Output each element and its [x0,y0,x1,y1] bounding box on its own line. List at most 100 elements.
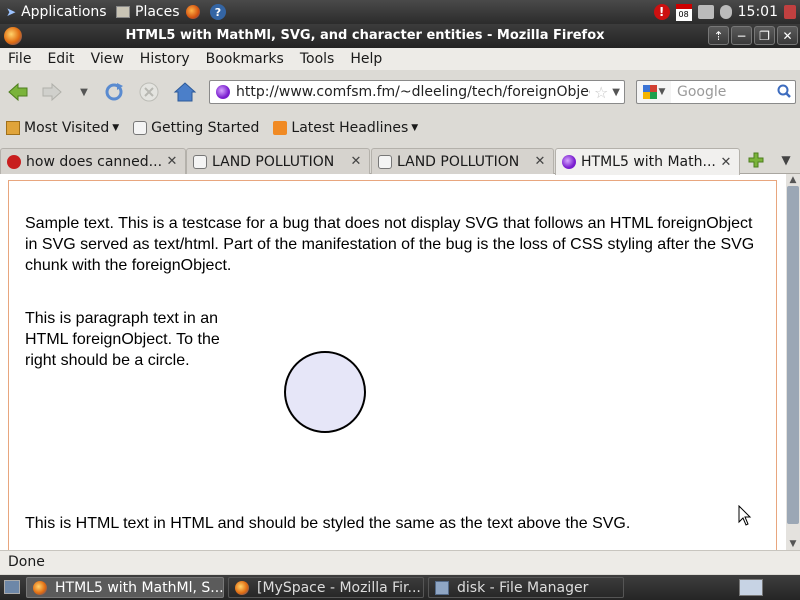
bookmark-most-visited[interactable]: Most Visited ▼ [6,120,119,136]
page-icon [378,154,392,169]
bottom-panel: HTML5 with MathMl, S... [MySpace - Mozil… [0,575,800,600]
menu-bar: File Edit View History Bookmarks Tools H… [0,48,800,70]
top-panel: ➤ Applications Places ? ! 08 15:01 [0,0,800,24]
tab-close-icon[interactable]: ✕ [349,154,363,169]
stop-icon [139,82,159,102]
bookmark-getting-started[interactable]: Getting Started [133,120,259,136]
clock[interactable]: 15:01 [738,4,778,20]
help-launcher-icon[interactable]: ? [210,4,226,20]
bookmark-latest-headlines[interactable]: Latest Headlines ▼ [273,120,418,136]
bookmarks-toolbar: Most Visited ▼ Getting Started Latest He… [0,116,800,140]
places-icon [116,6,130,18]
plus-icon [748,152,764,168]
places-label: Places [135,4,180,20]
menu-history[interactable]: History [132,48,198,70]
alert-glyph: ! [658,5,665,19]
menu-help[interactable]: Help [342,48,390,70]
reload-button[interactable] [102,80,126,104]
bookmark-label: Latest Headlines [291,120,409,136]
search-icon[interactable] [777,84,791,98]
page-icon [133,121,148,135]
tab-close-icon[interactable]: ✕ [533,154,547,169]
google-icon [642,85,657,99]
minimize-glyph: − [736,28,747,43]
close-glyph: ✕ [782,28,793,43]
search-input[interactable]: Google [671,80,796,104]
url-dropdown-icon[interactable]: ▼ [612,87,620,98]
menu-file[interactable]: File [0,48,39,70]
url-bar[interactable]: http://www.comfsm.fm/~dleeling/tech/fore… [209,80,625,104]
menu-edit[interactable]: Edit [39,48,82,70]
logout-icon[interactable] [784,5,796,19]
forward-button[interactable] [40,80,64,104]
status-bar: Done [0,550,800,574]
chevron-down-icon: ▼ [658,87,666,97]
vertical-scrollbar[interactable]: ▲ ▼ [786,174,800,550]
task-file-manager[interactable]: disk - File Manager [428,577,624,598]
tab-close-icon[interactable]: ✕ [719,155,733,170]
chevron-down-icon: ▼ [411,123,419,133]
reload-icon [105,83,123,101]
history-dropdown-button[interactable]: ▼ [72,80,96,104]
bookmark-label: Getting Started [151,120,260,136]
page-content: Sample text. This is a testcase for a bu… [0,174,786,556]
task-firefox-html5[interactable]: HTML5 with MathMl, S... [26,577,224,598]
tab-land-pollution-2[interactable]: LAND POLLUTION ✕ [371,148,554,174]
status-text: Done [8,554,45,570]
task-firefox-myspace[interactable]: [MySpace - Mozilla Fir... [228,577,424,598]
site-identity-icon[interactable] [216,85,230,99]
home-button[interactable] [173,80,197,104]
workspace-switcher[interactable] [739,579,763,596]
back-arrow-icon [8,82,28,102]
applications-menu[interactable]: ➤ Applications [6,0,107,24]
task-label: [MySpace - Mozilla Fir... [257,579,421,596]
applications-label: Applications [21,4,107,20]
svg-circle [284,351,366,433]
tab-label: HTML5 with Math... [581,154,715,170]
network-icon[interactable] [697,5,714,19]
help-glyph: ? [214,5,222,19]
window-maximize-button[interactable]: ❐ [754,26,775,45]
window-close-button[interactable]: ✕ [777,26,798,45]
home-icon [173,82,197,102]
tab-label: LAND POLLUTION [397,153,520,170]
window-up-button[interactable]: ⇡ [708,26,729,45]
tab-html5-active[interactable]: HTML5 with Math... ✕ [555,148,740,175]
tab-canned[interactable]: how does canned... ✕ [0,148,186,174]
menu-bookmarks[interactable]: Bookmarks [198,48,292,70]
alert-icon[interactable]: ! [653,4,670,20]
firefox-icon [235,580,249,595]
search-engine-selector[interactable]: ▼ [636,80,672,104]
tab-land-pollution-1[interactable]: LAND POLLUTION ✕ [186,148,370,174]
url-text[interactable]: http://www.comfsm.fm/~dleeling/tech/fore… [236,84,590,100]
applications-icon: ➤ [6,5,17,19]
show-desktop-button[interactable] [4,580,20,594]
tab-strip: how does canned... ✕ LAND POLLUTION ✕ LA… [0,146,800,175]
stop-button[interactable] [137,80,161,104]
tab-close-icon[interactable]: ✕ [165,154,179,169]
window-titlebar: HTML5 with MathMl, SVG, and character en… [0,24,800,48]
new-tab-button[interactable] [746,150,766,170]
task-label: HTML5 with MathMl, S... [55,579,224,596]
firefox-icon [33,580,47,595]
rss-icon [273,121,288,135]
list-all-tabs-button[interactable]: ▼ [778,152,794,168]
bookmark-label: Most Visited [24,120,110,136]
folder-icon [435,580,449,595]
menu-view[interactable]: View [83,48,132,70]
bookmark-star-icon[interactable]: ☆ [594,83,608,102]
site-identity-icon [562,155,576,169]
places-menu[interactable]: Places [116,0,180,24]
page-icon [193,154,207,169]
back-button[interactable] [6,80,30,104]
menu-tools[interactable]: Tools [292,48,343,70]
scroll-up-icon[interactable]: ▲ [786,174,800,186]
window-title: HTML5 with MathMl, SVG, and character en… [125,28,605,43]
window-minimize-button[interactable]: − [731,26,752,45]
calendar-icon[interactable]: 08 [675,3,692,21]
volume-icon[interactable] [719,5,732,19]
firefox-launcher-icon[interactable] [186,5,200,19]
task-label: disk - File Manager [457,579,589,596]
scrollbar-thumb[interactable] [787,186,799,524]
scroll-down-icon[interactable]: ▼ [786,538,800,550]
